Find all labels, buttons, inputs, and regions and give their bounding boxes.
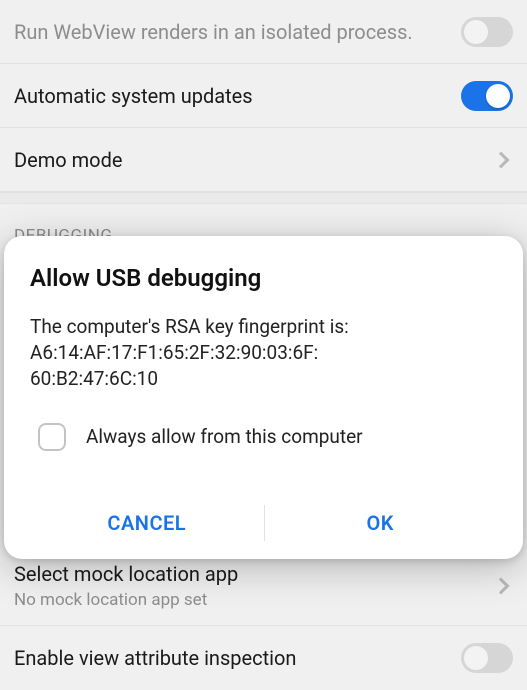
always-allow-checkbox[interactable]	[38, 423, 66, 451]
dialog-body-intro: The computer's RSA key fingerprint is:	[30, 315, 349, 338]
usb-debugging-dialog: Allow USB debugging The computer's RSA k…	[4, 236, 523, 559]
ok-button[interactable]: OK	[264, 487, 498, 559]
dialog-checkbox-row[interactable]: Always allow from this computer	[30, 423, 497, 451]
dialog-fingerprint-line2: 60:B2:47:6C:10	[30, 367, 158, 390]
dialog-title: Allow USB debugging	[30, 264, 497, 292]
dialog-scrim: Allow USB debugging The computer's RSA k…	[0, 0, 527, 690]
button-divider	[264, 505, 265, 541]
dialog-fingerprint-line1: A6:14:AF:17:F1:65:2F:32:90:03:6F:	[30, 341, 318, 364]
always-allow-label: Always allow from this computer	[86, 425, 363, 448]
dialog-body: The computer's RSA key fingerprint is: A…	[30, 314, 497, 393]
cancel-button[interactable]: CANCEL	[30, 487, 264, 559]
dialog-actions: CANCEL OK	[30, 487, 497, 559]
